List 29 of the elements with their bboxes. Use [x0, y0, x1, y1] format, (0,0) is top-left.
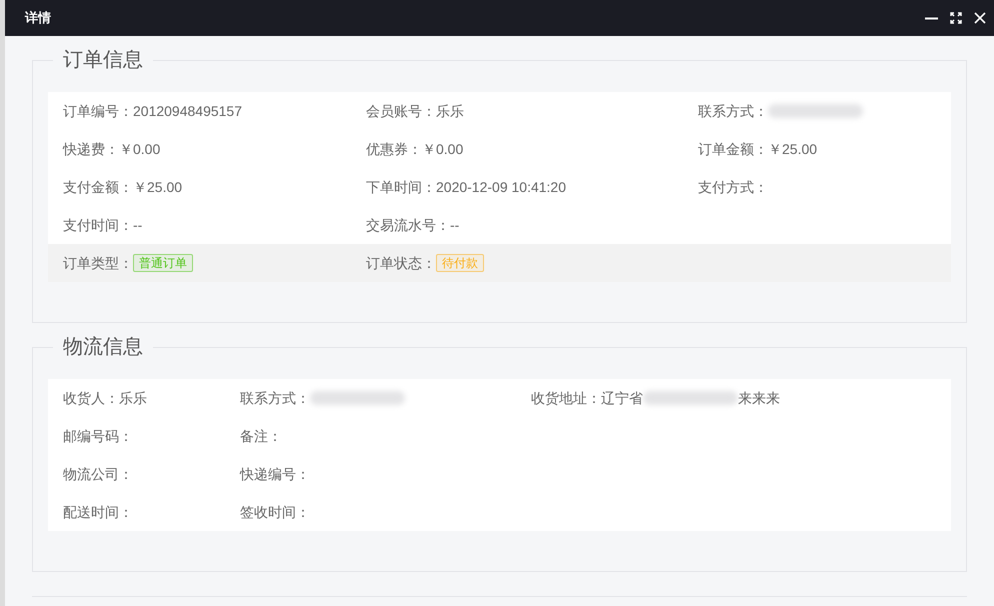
field-text: 签收时间： [240, 502, 311, 522]
field-text: 会员账号：乐乐 [366, 102, 465, 120]
field-text: 快递费：￥0.00 [63, 140, 162, 158]
field-label: 联系方式： [240, 388, 310, 408]
field-text: 优惠券：￥0.00 [366, 140, 464, 158]
field-text: 快递编号： [240, 464, 311, 484]
field-text: 下单时间：2020-12-09 10:41:20 [366, 178, 567, 196]
field-text: 支付方式： [698, 178, 769, 196]
window-title: 详情 [25, 9, 51, 28]
status-tag: 普通订单 [133, 254, 193, 272]
field-label: 收货地址： [531, 388, 601, 408]
field-text: 物流公司： [63, 464, 134, 484]
field-text: 订单金额：￥25.00 [698, 140, 818, 158]
field-text: 订单编号：20120948495157 [63, 102, 244, 120]
field-text: 支付时间：-- [63, 216, 144, 234]
field-text: 配送时间： [63, 502, 134, 522]
field-text: 邮编号码： [63, 426, 134, 446]
field-text: 交易流水号：-- [366, 216, 460, 234]
field-text: 备注： [240, 426, 283, 446]
field-label: 订单类型： [63, 254, 133, 272]
field-value: 来来来 [738, 388, 780, 408]
field-label: 联系方式： [698, 102, 768, 120]
close-icon[interactable] [974, 12, 986, 24]
field-text: 收货人：乐乐 [63, 388, 148, 408]
field-label: 订单状态： [366, 254, 436, 272]
status-tag: 待付款 [436, 254, 484, 272]
field-text: 支付金额：￥25.00 [63, 178, 184, 196]
fullscreen-icon[interactable] [950, 12, 962, 24]
field-value: 辽宁省 [601, 388, 643, 408]
